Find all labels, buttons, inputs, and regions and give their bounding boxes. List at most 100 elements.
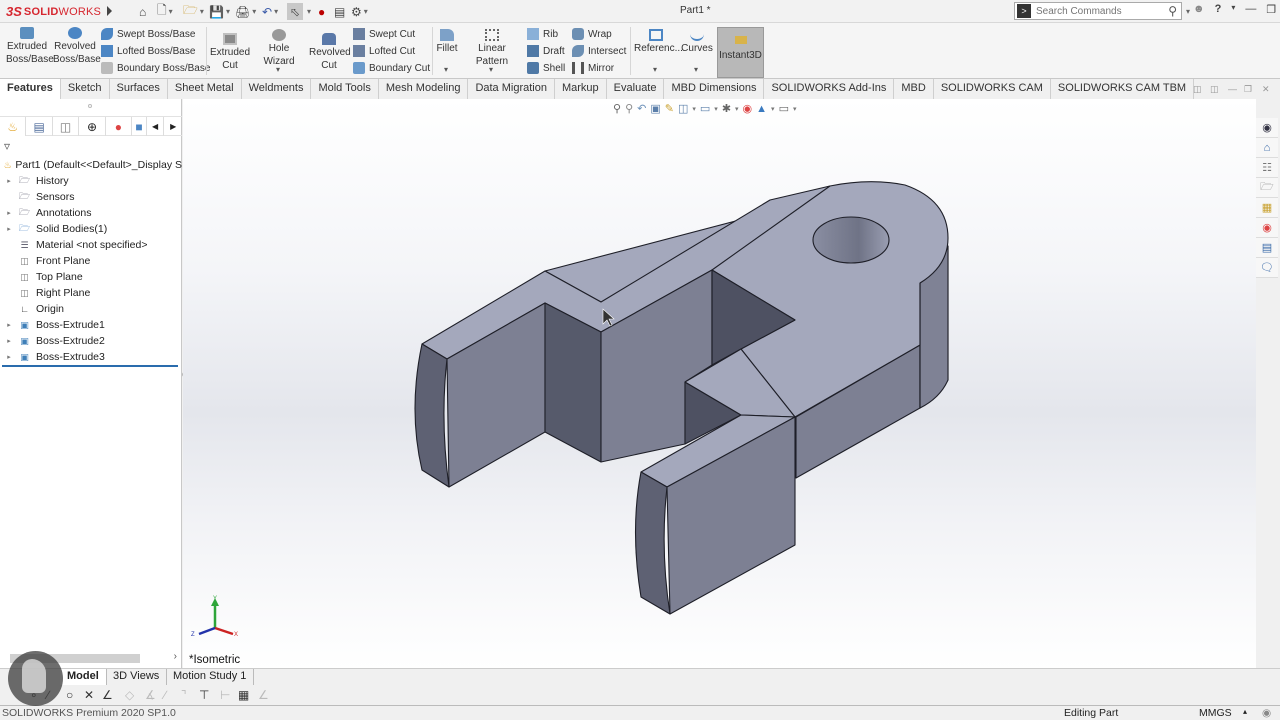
tree-item-sensors[interactable]: 🗁 Sensors bbox=[0, 189, 182, 205]
undo-button[interactable]: ↶ ▾ bbox=[262, 3, 278, 20]
select-button[interactable]: ⬁ bbox=[287, 3, 304, 20]
rebuild-button[interactable]: ● bbox=[318, 3, 325, 20]
tab-mold-tools[interactable]: Mold Tools bbox=[311, 79, 379, 99]
task-pane-view-palette[interactable]: ▦ bbox=[1256, 198, 1278, 218]
expand-arrow-icon[interactable]: ▸ bbox=[4, 321, 14, 329]
task-pane-custom-properties[interactable]: ▤ bbox=[1256, 238, 1278, 258]
reference-geometry-button[interactable]: Referenc... bbox=[634, 29, 683, 55]
tab-3d-views[interactable]: 3D Views bbox=[106, 669, 168, 685]
expand-arrow-icon[interactable]: ▸ bbox=[4, 177, 14, 185]
boundary-boss-button[interactable]: Boundary Boss/Base bbox=[101, 60, 210, 76]
search-dropdown[interactable]: ▾ bbox=[1184, 3, 1190, 20]
viewport-split-left-icon[interactable]: ◫ bbox=[1193, 84, 1202, 95]
menu-expand-arrow-icon[interactable] bbox=[107, 6, 112, 16]
tab-model[interactable]: Model bbox=[60, 669, 107, 685]
mirror-entities-icon[interactable]: ∡ bbox=[145, 688, 156, 702]
tab-motion-study-1[interactable]: Motion Study 1 bbox=[166, 669, 255, 685]
boundary-cut-button[interactable]: Boundary Cut bbox=[353, 60, 430, 76]
tabs-scroll-left[interactable]: ◀ bbox=[147, 117, 165, 136]
tab-evaluate[interactable]: Evaluate bbox=[607, 79, 665, 99]
task-pane-appearances[interactable]: ◉ bbox=[1256, 218, 1278, 238]
tab-sketch[interactable]: Sketch bbox=[61, 79, 110, 99]
offset-icon[interactable]: ◇ bbox=[125, 688, 134, 702]
tree-item-right-plane[interactable]: ◫ Right Plane bbox=[0, 285, 182, 301]
mirror-button[interactable]: Mirror bbox=[572, 60, 614, 76]
options-button[interactable]: ⚙ ▾ bbox=[351, 3, 368, 20]
tab-solidworks-cam[interactable]: SOLIDWORKS CAM bbox=[934, 79, 1051, 99]
task-pane-resources[interactable]: ◉ bbox=[1256, 118, 1278, 138]
tree-item-annotations[interactable]: ▸ 🗁 Annotations bbox=[0, 205, 182, 221]
file-properties-button[interactable]: ▤ bbox=[334, 3, 345, 20]
tree-item-boss-extrude3[interactable]: ▸ ▣ Boss-Extrude3 bbox=[0, 349, 182, 365]
tree-item-material-not-specified[interactable]: ☰ Material <not specified> bbox=[0, 237, 182, 253]
tab-surfaces[interactable]: Surfaces bbox=[110, 79, 168, 99]
tab-feature-manager[interactable]: ♨ bbox=[0, 117, 27, 136]
viewport-minimize-icon[interactable]: — bbox=[1228, 84, 1237, 94]
reference-dropdown-icon[interactable]: ▾ bbox=[653, 65, 657, 74]
search-icon[interactable]: ⚲ bbox=[1168, 4, 1177, 18]
tab-sheet-metal[interactable]: Sheet Metal bbox=[168, 79, 242, 99]
open-button[interactable]: 🗁 ▾ bbox=[183, 3, 204, 20]
part-model-3d[interactable] bbox=[183, 99, 1256, 669]
solidworks-logo[interactable]: 3S SOLIDWORKS bbox=[6, 2, 104, 21]
help-icon[interactable]: ? bbox=[1215, 3, 1222, 16]
horizontal-dimension-icon[interactable]: ⊢ bbox=[220, 688, 230, 702]
rollback-bar[interactable] bbox=[2, 365, 178, 367]
reference-triad[interactable]: Y X Z bbox=[189, 594, 239, 639]
tab-dimxpert-manager[interactable]: ⊕ bbox=[79, 117, 106, 136]
trim-icon[interactable]: ✕ bbox=[84, 688, 94, 702]
wrap-button[interactable]: Wrap bbox=[572, 26, 612, 42]
curves-button[interactable]: Curves bbox=[681, 29, 713, 55]
search-input[interactable] bbox=[1036, 5, 1146, 17]
tree-item-history[interactable]: ▸ 🗁 History bbox=[0, 173, 182, 189]
tab-markup[interactable]: Markup bbox=[555, 79, 607, 99]
smart-dimension-icon[interactable]: ⊤ bbox=[199, 688, 209, 702]
print-button[interactable]: 🖨 ▾ bbox=[235, 3, 256, 20]
expand-arrow-icon[interactable]: ▸ bbox=[4, 337, 14, 345]
tab-weldments[interactable]: Weldments bbox=[242, 79, 312, 99]
search-commands[interactable]: > ⚲ bbox=[1014, 2, 1182, 20]
grid-icon[interactable]: ▦ bbox=[238, 688, 249, 702]
tree-item-boss-extrude2[interactable]: ▸ ▣ Boss-Extrude2 bbox=[0, 333, 182, 349]
tab-solidworks-add-ins[interactable]: SOLIDWORKS Add-Ins bbox=[764, 79, 895, 99]
graphics-viewport[interactable]: ⚲ ⚲ ↶ ▣ ✎ ◫ ▾ ▭ ▾ ✱ ▾ ◉ ▲ ▾ ▭ ▾ Y X Z *I… bbox=[183, 99, 1256, 669]
circle-icon[interactable]: ○ bbox=[66, 688, 73, 702]
home-button[interactable]: ⌂ bbox=[139, 3, 146, 20]
expand-arrow-icon[interactable]: ▸ bbox=[4, 209, 14, 217]
tab-features[interactable]: Features bbox=[0, 79, 61, 99]
help-dropdown-icon[interactable]: ▾ bbox=[1231, 3, 1235, 16]
task-pane-design-library[interactable]: ☷ bbox=[1256, 158, 1278, 178]
intersect-button[interactable]: Intersect bbox=[572, 43, 626, 59]
lofted-cut-button[interactable]: Lofted Cut bbox=[353, 43, 415, 59]
tree-root-part[interactable]: ♨ Part1 (Default<<Default>_Display S bbox=[0, 157, 182, 173]
tab-mesh-modeling[interactable]: Mesh Modeling bbox=[379, 79, 469, 99]
angle-icon[interactable]: ∠ bbox=[258, 688, 269, 702]
new-document-button[interactable]: 🗋 ▾ bbox=[157, 3, 173, 20]
tree-item-boss-extrude1[interactable]: ▸ ▣ Boss-Extrude1 bbox=[0, 317, 182, 333]
tree-item-origin[interactable]: ∟ Origin bbox=[0, 301, 182, 317]
viewport-split-right-icon[interactable]: ◫ bbox=[1210, 84, 1219, 95]
viewport-restore-icon[interactable]: ❐ bbox=[1244, 84, 1252, 95]
linear-pattern-dropdown-icon[interactable]: ▾ bbox=[489, 65, 493, 74]
fillet-button[interactable]: Fillet bbox=[436, 29, 458, 55]
viewport-close-icon[interactable]: ✕ bbox=[1262, 84, 1270, 95]
tree-filter-button[interactable]: ▿ bbox=[4, 139, 10, 153]
tab-solidworks-cam-tbm[interactable]: SOLIDWORKS CAM TBM bbox=[1051, 79, 1195, 99]
tabs-scroll-right[interactable]: ▶ bbox=[164, 117, 182, 136]
task-pane-file-explorer[interactable]: 🗁 bbox=[1256, 178, 1278, 198]
minimize-icon[interactable]: — bbox=[1245, 3, 1256, 16]
hole-wizard-dropdown-icon[interactable]: ▾ bbox=[276, 65, 280, 74]
extruded-cut-button[interactable]: Extruded Cut bbox=[210, 33, 250, 72]
revolved-boss-button[interactable]: Revolved Boss/Base bbox=[53, 27, 101, 66]
save-button[interactable]: 💾 ▾ bbox=[209, 3, 230, 20]
extruded-boss-button[interactable]: Extruded Boss/Base bbox=[6, 27, 54, 66]
rib-button[interactable]: Rib bbox=[527, 26, 558, 42]
tree-item-top-plane[interactable]: ◫ Top Plane bbox=[0, 269, 182, 285]
convert-entities-icon[interactable]: ∠ bbox=[102, 688, 113, 702]
shell-button[interactable]: Shell bbox=[527, 60, 565, 76]
hole-wizard-button[interactable]: Hole Wizard bbox=[253, 29, 305, 68]
task-pane-home[interactable]: ⌂ bbox=[1256, 138, 1278, 158]
lofted-boss-button[interactable]: Lofted Boss/Base bbox=[101, 43, 195, 59]
restore-icon[interactable]: ❐ bbox=[1266, 3, 1276, 16]
panel-grip-handle[interactable] bbox=[88, 104, 92, 108]
